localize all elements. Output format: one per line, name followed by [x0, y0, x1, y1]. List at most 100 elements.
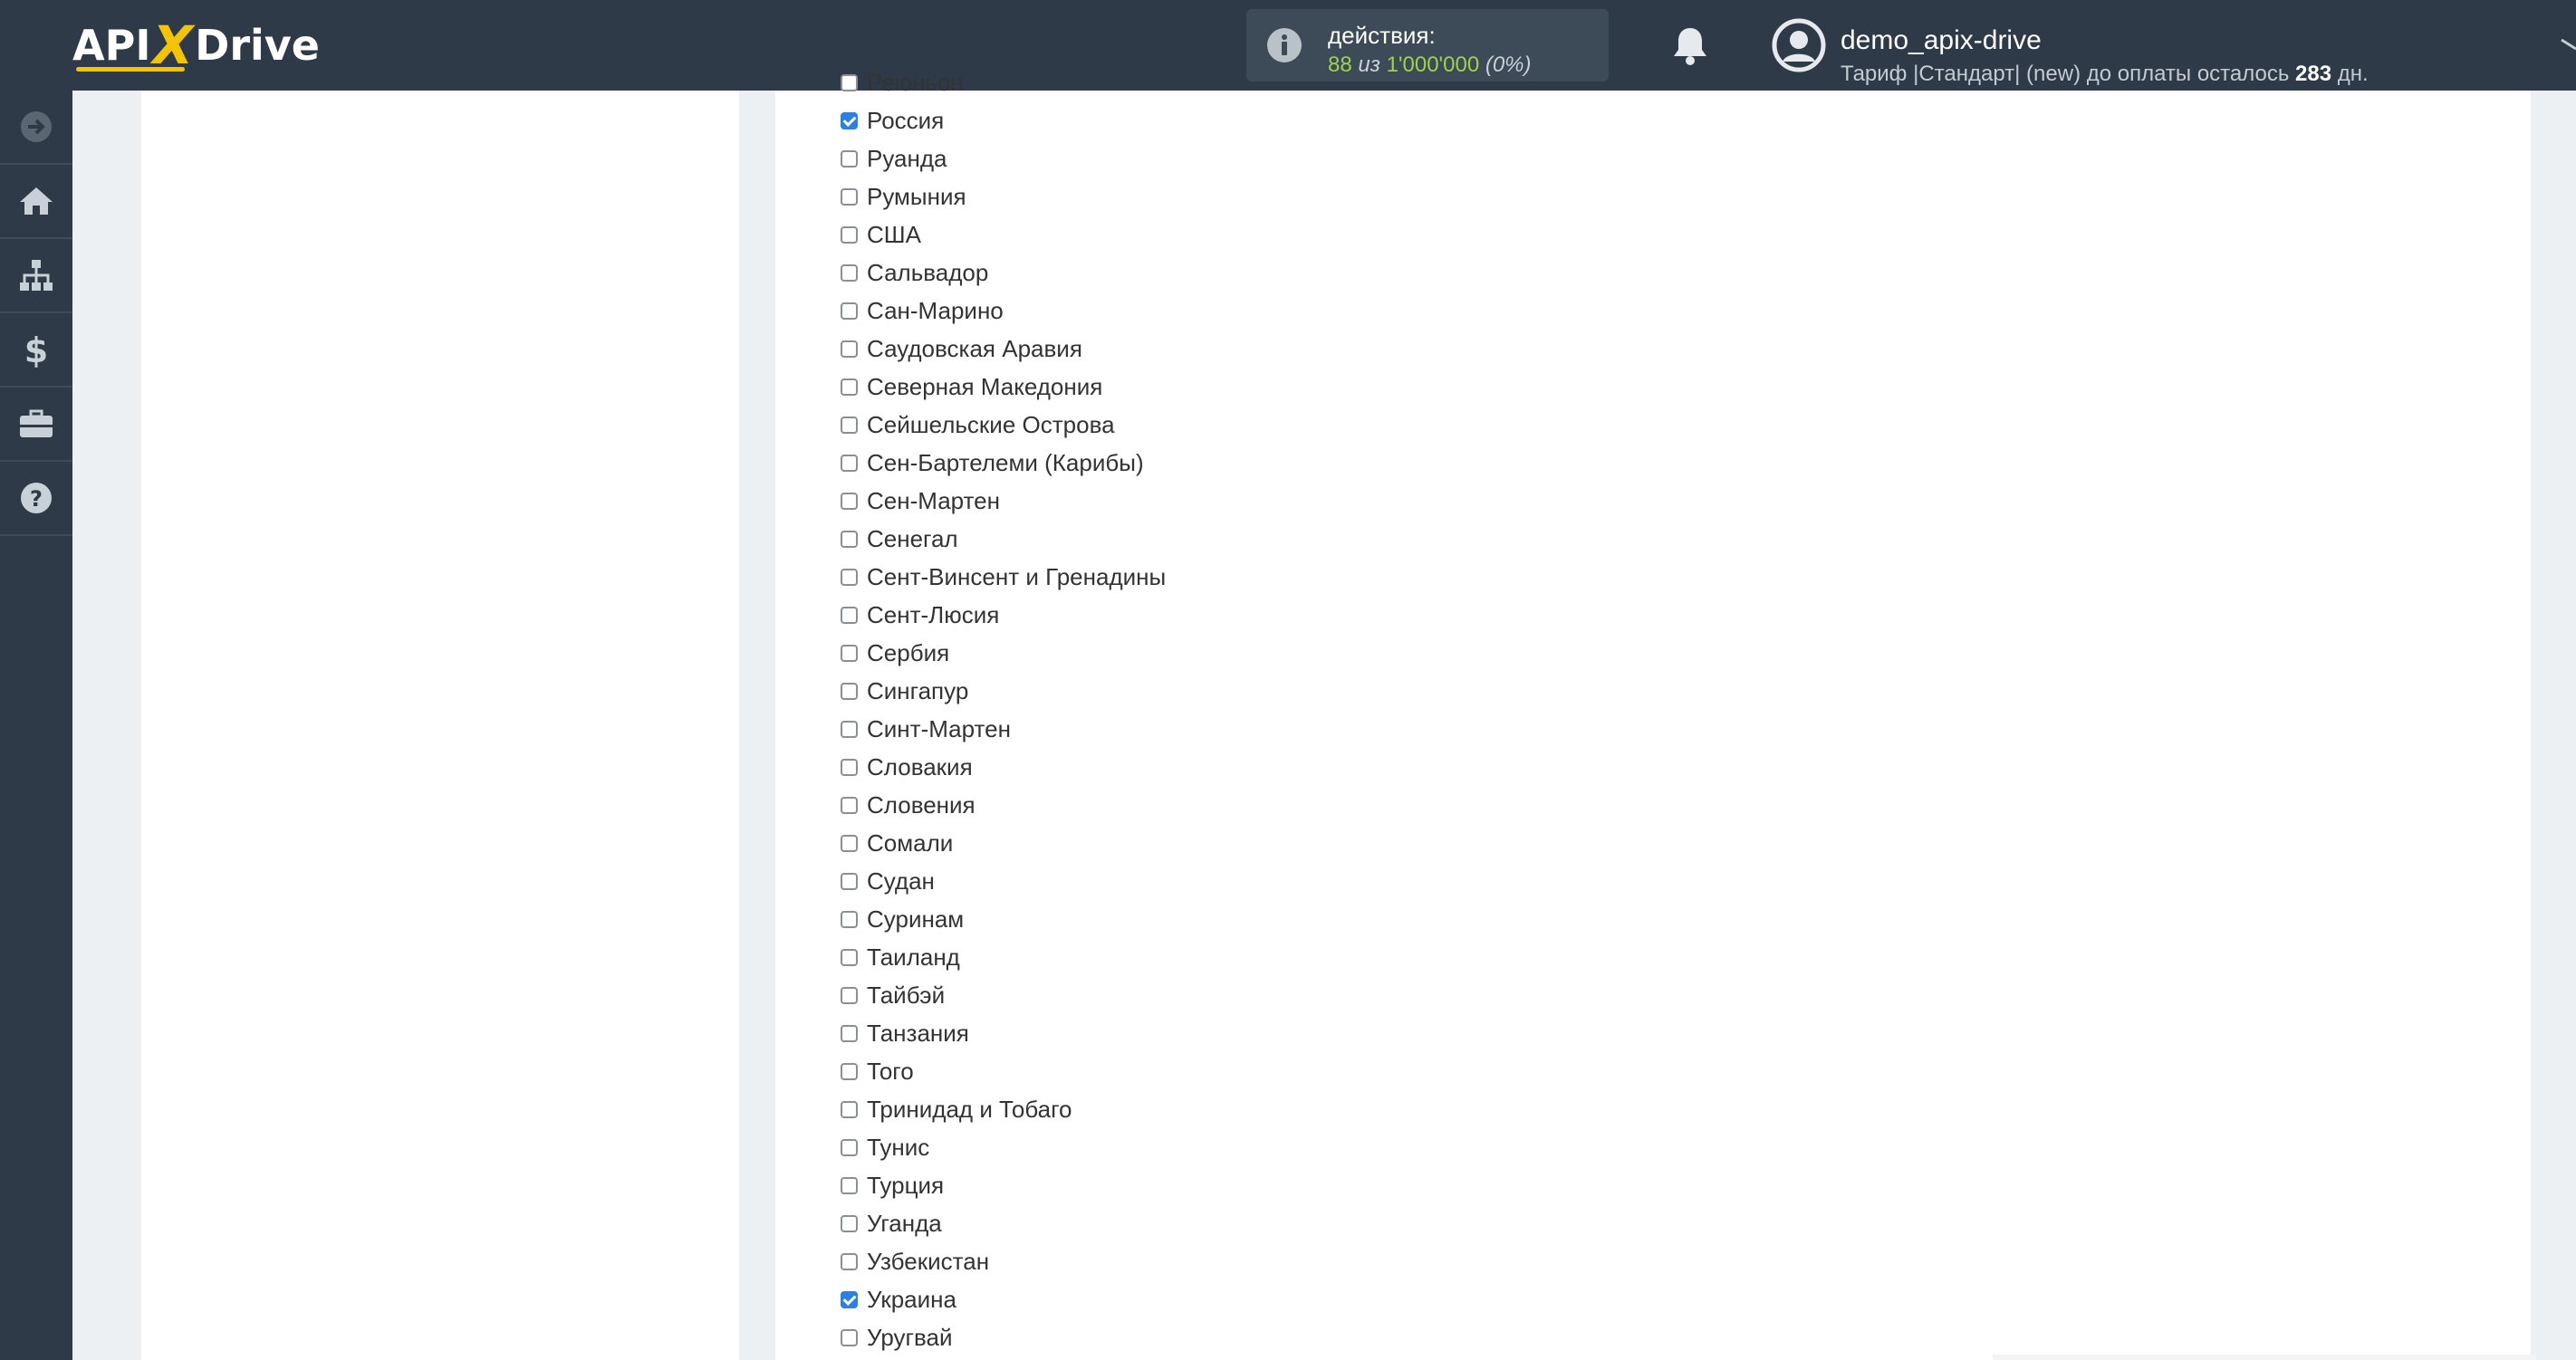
- country-checkbox[interactable]: [841, 1252, 858, 1270]
- country-label: Суринам: [867, 905, 965, 933]
- country-option[interactable]: Узбекистан: [841, 1242, 1166, 1280]
- country-label: Турция: [867, 1171, 945, 1199]
- sidebar-item-connections[interactable]: [0, 239, 72, 313]
- logo-part-x: X: [152, 14, 194, 76]
- country-option[interactable]: Сейшельские Острова: [841, 406, 1166, 444]
- country-checkbox[interactable]: [841, 1176, 858, 1194]
- country-checkbox[interactable]: [841, 302, 858, 320]
- country-checkbox[interactable]: [841, 986, 858, 1004]
- arrow-circle-right-icon: [21, 111, 52, 142]
- country-option[interactable]: Тринидад и Тобаго: [841, 1090, 1166, 1128]
- sidebar-item-help[interactable]: ?: [0, 462, 72, 536]
- country-checkbox[interactable]: [841, 492, 858, 510]
- country-label: Танзания: [867, 1019, 969, 1047]
- country-option[interactable]: Уругвай: [841, 1318, 1166, 1356]
- country-checkbox[interactable]: [841, 872, 858, 890]
- country-checkbox[interactable]: [841, 378, 858, 396]
- country-option[interactable]: Сингапур: [841, 672, 1166, 710]
- country-checkbox[interactable]: [841, 1138, 858, 1156]
- country-checkbox[interactable]: [841, 834, 858, 852]
- sidebar-item-billing[interactable]: $: [0, 313, 72, 388]
- country-label: Узбекистан: [867, 1247, 990, 1275]
- logo-underline: [76, 67, 185, 72]
- country-option[interactable]: США: [841, 215, 1166, 254]
- country-checkbox[interactable]: [841, 111, 858, 129]
- country-option[interactable]: Сан-Марино: [841, 292, 1166, 330]
- actions-limit: 1'000'000: [1386, 53, 1480, 77]
- sidebar-item-home[interactable]: [0, 165, 72, 239]
- country-option[interactable]: Россия: [841, 101, 1166, 139]
- country-checkbox[interactable]: [841, 454, 858, 472]
- country-option[interactable]: Того: [841, 1052, 1166, 1090]
- country-option[interactable]: Северная Македония: [841, 368, 1166, 406]
- country-option[interactable]: Сербия: [841, 634, 1166, 672]
- logo-part-api: API: [72, 21, 151, 70]
- country-option[interactable]: Судан: [841, 862, 1166, 900]
- country-checkbox[interactable]: [841, 416, 858, 434]
- country-label: Уганда: [867, 1209, 942, 1237]
- chevron-down-icon[interactable]: [2560, 34, 2576, 56]
- country-option[interactable]: Тунис: [841, 1128, 1166, 1166]
- country-option[interactable]: Турция: [841, 1166, 1166, 1204]
- country-option[interactable]: Танзания: [841, 1014, 1166, 1052]
- country-label: Россия: [867, 106, 945, 134]
- actions-value: 88 из 1'000'000 (0%): [1328, 53, 1532, 78]
- bell-icon[interactable]: [1670, 25, 1710, 67]
- country-option[interactable]: Словения: [841, 786, 1166, 824]
- country-checkbox[interactable]: [841, 910, 858, 928]
- country-checkbox[interactable]: [841, 948, 858, 966]
- country-checkbox[interactable]: [841, 1100, 858, 1118]
- country-option[interactable]: Сен-Бартелеми (Карибы): [841, 444, 1166, 482]
- actions-counter[interactable]: действия: 88 из 1'000'000 (0%): [1246, 9, 1609, 81]
- country-checkbox[interactable]: [841, 263, 858, 282]
- country-checkbox[interactable]: [841, 73, 858, 91]
- country-checkbox[interactable]: [841, 682, 858, 700]
- country-option[interactable]: Сенегал: [841, 520, 1166, 558]
- country-checkbox[interactable]: [841, 1214, 858, 1232]
- country-checkbox[interactable]: [841, 720, 858, 738]
- country-option[interactable]: Тайбэй: [841, 976, 1166, 1014]
- country-checkbox[interactable]: [841, 568, 858, 586]
- country-checkbox[interactable]: [841, 606, 858, 624]
- country-checkbox[interactable]: [841, 187, 858, 206]
- country-option[interactable]: Сальвадор: [841, 254, 1166, 292]
- country-option[interactable]: Руанда: [841, 139, 1166, 177]
- sidebar-item-services[interactable]: [0, 388, 72, 462]
- country-label: Тринидад и Тобаго: [867, 1095, 1072, 1123]
- country-checkbox[interactable]: [841, 796, 858, 814]
- country-checkbox[interactable]: [841, 1062, 858, 1080]
- country-checkbox[interactable]: [841, 225, 858, 244]
- country-label: Сен-Бартелеми (Карибы): [867, 448, 1144, 476]
- country-label: Сальвадор: [867, 258, 989, 286]
- country-option[interactable]: Сент-Винсент и Гренадины: [841, 558, 1166, 596]
- country-checkbox[interactable]: [841, 758, 858, 776]
- country-checkbox[interactable]: [841, 340, 858, 358]
- country-label: Сенегал: [867, 524, 958, 552]
- logo-part-drive: Drive: [195, 21, 320, 70]
- country-option[interactable]: Уганда: [841, 1204, 1166, 1242]
- country-label: США: [867, 220, 921, 248]
- country-label: Тунис: [867, 1133, 930, 1161]
- country-option[interactable]: Сен-Мартен: [841, 482, 1166, 520]
- country-option[interactable]: Словакия: [841, 748, 1166, 786]
- country-option[interactable]: Саудовская Аравия: [841, 330, 1166, 368]
- country-option[interactable]: Сомали: [841, 824, 1166, 862]
- country-checkbox[interactable]: [841, 1328, 858, 1346]
- country-checkbox[interactable]: [841, 1024, 858, 1042]
- country-option[interactable]: Синт-Мартен: [841, 710, 1166, 748]
- sidebar-item-toggle[interactable]: [0, 91, 72, 165]
- country-option[interactable]: Сент-Люсия: [841, 596, 1166, 634]
- svg-text:?: ?: [30, 486, 43, 512]
- country-option[interactable]: Таиланд: [841, 938, 1166, 976]
- country-option[interactable]: Реюньон: [841, 63, 1166, 101]
- country-option[interactable]: Суринам: [841, 900, 1166, 938]
- country-checkbox[interactable]: [841, 644, 858, 662]
- country-checkbox[interactable]: [841, 1290, 858, 1308]
- country-option[interactable]: Украина: [841, 1280, 1166, 1318]
- country-option[interactable]: Румыния: [841, 177, 1166, 215]
- apix-drive-logo[interactable]: API X Drive: [72, 16, 320, 74]
- plan-days-suffix: дн.: [2337, 62, 2369, 86]
- country-label: Сербия: [867, 638, 950, 666]
- country-checkbox[interactable]: [841, 149, 858, 168]
- country-checkbox[interactable]: [841, 530, 858, 548]
